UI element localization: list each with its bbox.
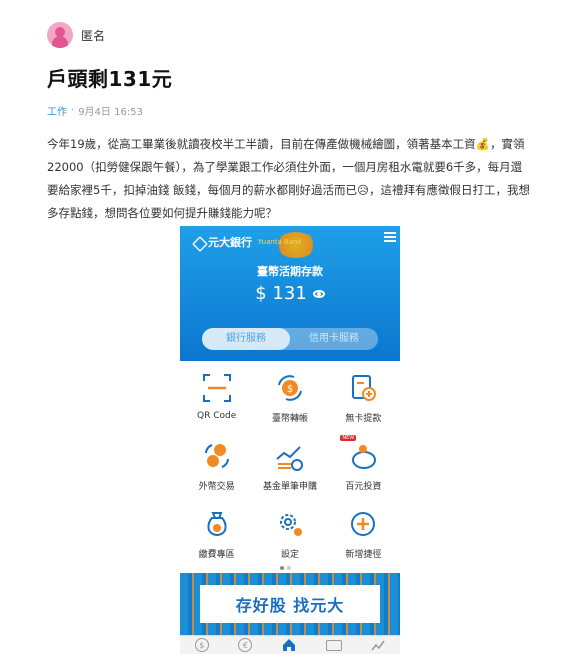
twd-transfer-icon: $	[273, 371, 307, 405]
home-icon[interactable]	[282, 638, 296, 652]
grid-label: 無卡提款	[345, 414, 382, 424]
grid-item-qr-code[interactable]: QR Code	[180, 366, 253, 430]
eye-icon[interactable]	[312, 290, 325, 298]
grid-label: 繳費專區	[198, 550, 235, 560]
grid-label: 設定	[280, 550, 299, 560]
add-shortcut-icon	[346, 507, 380, 541]
grid-item-add-shortcut[interactable]: 新增捷徑	[327, 502, 400, 566]
author-name[interactable]: 匿名	[81, 27, 105, 44]
grid-label: QR Code	[197, 411, 237, 421]
cardless-withdraw-icon	[346, 371, 380, 405]
grid-item-payment[interactable]: 繳費專區	[180, 502, 253, 566]
bank-logo: 元大銀行 Yuanta Bank	[192, 234, 302, 250]
new-badge: NEW	[340, 435, 357, 441]
tab-bank-service[interactable]: 銀行服務	[202, 328, 290, 350]
euro-icon[interactable]: €	[238, 638, 253, 652]
grid-label: 基金單筆申購	[262, 482, 317, 492]
account-label: 臺幣活期存款	[257, 265, 323, 278]
banner-text: 存好股 找元大	[200, 585, 380, 623]
promo-banner[interactable]: 存好股 找元大	[180, 573, 400, 635]
grid-item-hundred-invest[interactable]: NEW 百元投資	[327, 434, 400, 498]
grid-item-twd-transfer[interactable]: $ 臺幣轉帳	[253, 366, 326, 430]
hamburger-menu-icon[interactable]	[384, 232, 396, 242]
grid-label: 臺幣轉帳	[271, 414, 308, 424]
chart-icon[interactable]	[371, 638, 385, 652]
grid-item-cardless-withdraw[interactable]: 無卡提款	[327, 366, 400, 430]
grid-label: 百元投資	[345, 482, 382, 492]
card-icon[interactable]	[325, 639, 342, 651]
service-grid: QR Code $ 臺幣轉帳 無卡提款 外幣交易 基金單筆申購 NEW 百元投資…	[180, 366, 400, 566]
fx-exchange-icon	[200, 439, 234, 473]
service-tabs: 銀行服務 信用卡服務	[202, 328, 378, 350]
grid-label: 外幣交易	[198, 482, 235, 492]
balance-value: $ 131	[255, 283, 307, 304]
payment-bag-icon	[200, 507, 234, 541]
post-body: 今年19歲，從高工畢業後就讀夜校半工半讀，目前在傳產做機械繪圖，領著基本工資💰，…	[47, 137, 530, 220]
post-title: 戶頭剩131元	[47, 67, 173, 91]
bank-header: 元大銀行 Yuanta Bank 臺幣活期存款 $ 131 銀行服務 信用卡服務	[180, 226, 400, 361]
yuanta-logo-icon	[192, 236, 204, 248]
grid-item-fund[interactable]: 基金單筆申購	[253, 434, 326, 498]
grid-item-fx-exchange[interactable]: 外幣交易	[180, 434, 253, 498]
category-link[interactable]: 工作	[47, 103, 67, 118]
post-header: 匿名	[47, 22, 105, 48]
bank-sub-name: Yuanta Bank	[258, 238, 302, 246]
post-date: 9月4日 16:53	[78, 107, 143, 118]
bank-name: 元大銀行	[208, 236, 252, 249]
avatar[interactable]	[47, 22, 73, 48]
qr-scan-icon	[200, 371, 234, 405]
meta-separator: ·	[71, 105, 75, 116]
svg-text:$: $	[287, 384, 293, 395]
fund-chart-icon	[273, 439, 307, 473]
dollar-icon[interactable]: $	[194, 638, 209, 652]
bank-app-screenshot[interactable]: 元大銀行 Yuanta Bank 臺幣活期存款 $ 131 銀行服務 信用卡服務…	[180, 226, 400, 654]
page-indicator	[280, 566, 291, 570]
tab-credit-card-service[interactable]: 信用卡服務	[290, 328, 378, 350]
account-balance: $ 131	[180, 283, 400, 304]
bottom-nav: $ €	[180, 635, 400, 654]
grid-item-settings[interactable]: 設定	[253, 502, 326, 566]
settings-gear-icon	[273, 507, 307, 541]
piggy-bank-icon: NEW	[340, 435, 380, 473]
post-meta: 工作 · 9月4日 16:53	[47, 103, 143, 118]
grid-label: 新增捷徑	[345, 550, 382, 560]
